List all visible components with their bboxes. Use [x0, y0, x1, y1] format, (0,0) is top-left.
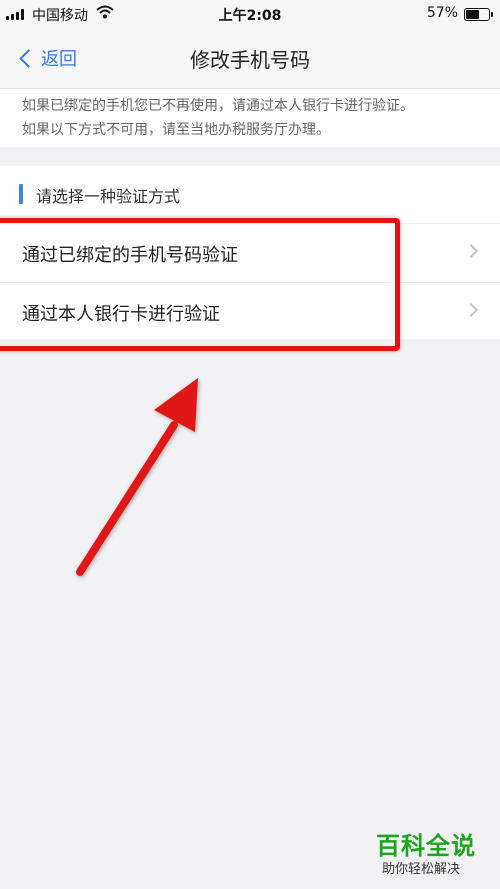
- watermark-subtitle: 助你轻松解决: [382, 862, 461, 877]
- option-label: 通过已绑定的手机号码验证: [22, 245, 238, 266]
- section-title: 请选择一种验证方式: [36, 187, 181, 206]
- option-label: 通过本人银行卡进行验证: [22, 304, 220, 325]
- status-time: 上午2:08: [218, 8, 282, 24]
- watermark-logo: 百科全说 助你轻松解决: [370, 826, 490, 884]
- section-accent-bar: [19, 184, 23, 204]
- option-bankcard-verify[interactable]: 通过本人银行卡进行验证: [0, 282, 500, 341]
- nav-bar: 返回 修改手机号码: [0, 28, 500, 88]
- chevron-right-icon: [463, 243, 479, 259]
- option-phone-verify[interactable]: 通过已绑定的手机号码验证: [0, 223, 500, 282]
- notice-panel: 如果已绑定的手机您已不再使用，请通过本人银行卡进行验证。 如果以下方式不可用，请…: [0, 88, 500, 147]
- notice-line-2: 如果以下方式不可用，请至当地办税服务厅办理。: [22, 122, 330, 138]
- chevron-right-icon: [463, 302, 479, 318]
- status-bar: 中国移动 上午2:08 57%: [0, 0, 500, 28]
- watermark-title: 百科全说: [376, 832, 476, 860]
- page-title: 修改手机号码: [190, 48, 310, 72]
- battery-icon: [464, 8, 493, 21]
- verification-section: 请选择一种验证方式 通过已绑定的手机号码验证 通过本人银行卡进行验证: [0, 166, 500, 339]
- notice-line-1: 如果已绑定的手机您已不再使用，请通过本人银行卡进行验证。: [22, 98, 414, 114]
- battery-percent: 57%: [426, 5, 458, 21]
